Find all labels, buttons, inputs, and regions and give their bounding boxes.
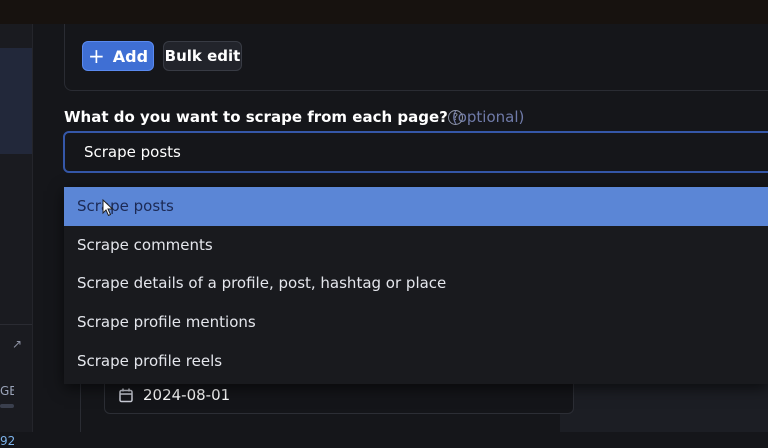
add-button[interactable]: + Add (82, 41, 154, 71)
sidebar-divider (0, 324, 32, 325)
plus-icon: + (87, 44, 105, 68)
dropdown-option[interactable]: Scrape details of a profile, post, hasht… (64, 264, 768, 303)
bulk-edit-button[interactable]: Bulk edit (163, 41, 242, 71)
top-bar (0, 0, 768, 24)
scrape-type-dropdown: Scrape posts Scrape comments Scrape deta… (64, 187, 768, 384)
section-guide-line (80, 384, 81, 432)
add-button-label: Add (112, 46, 149, 66)
help-icon[interactable]: ? (448, 110, 463, 125)
scrape-type-select[interactable]: Scrape posts (63, 131, 768, 173)
dropdown-option[interactable]: Scrape posts (64, 187, 768, 226)
storage-usage-bar (0, 404, 14, 408)
question-text: What do you want to scrape from each pag… (64, 108, 448, 126)
mouse-cursor-icon (102, 199, 114, 217)
dropdown-option[interactable]: Scrape comments (64, 226, 768, 265)
dropdown-option[interactable]: Scrape profile reels (64, 341, 768, 380)
sidebar-active-item[interactable] (0, 48, 32, 154)
storage-usage-label: GB (0, 384, 14, 398)
sidebar: ↗ GB 92 (0, 24, 33, 448)
date-value: 2024-08-01 (143, 386, 231, 404)
dropdown-option[interactable]: Scrape profile mentions (64, 303, 768, 342)
calendar-icon (119, 388, 133, 402)
usage-count: 92 (0, 434, 14, 448)
select-value: Scrape posts (84, 143, 181, 161)
external-link-icon[interactable]: ↗ (12, 337, 22, 351)
